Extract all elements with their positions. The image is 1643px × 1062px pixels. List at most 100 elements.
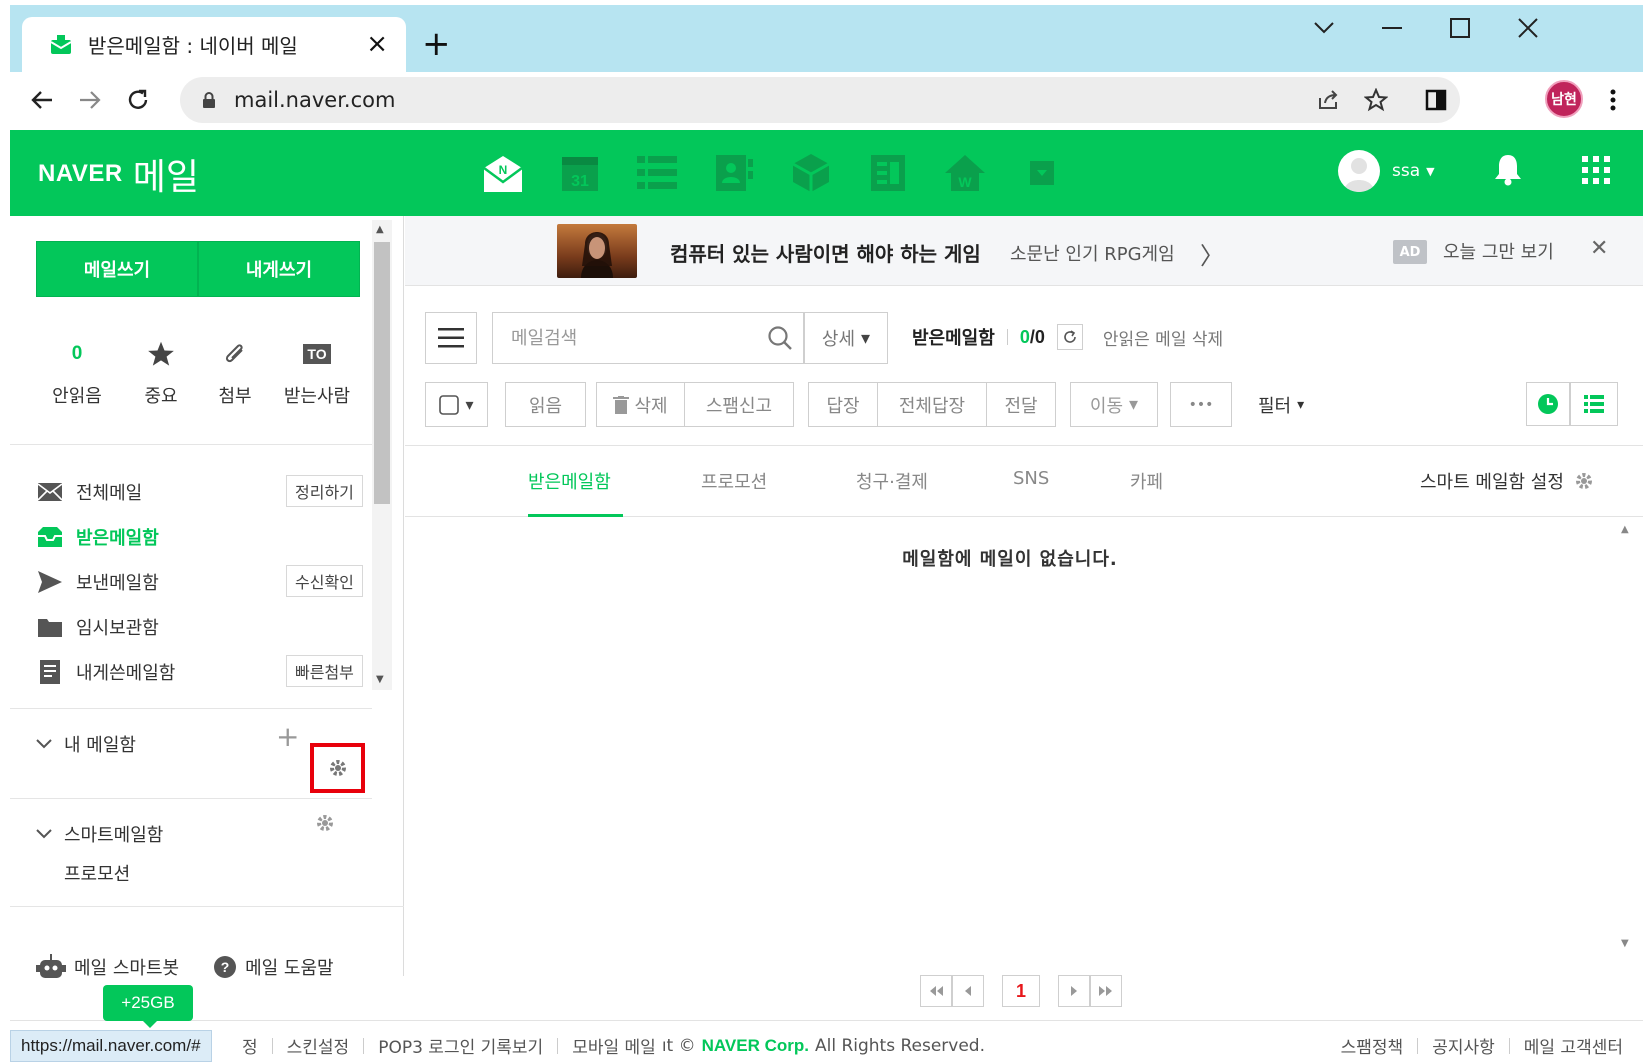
back-button[interactable] [22, 80, 62, 120]
app-contacts[interactable] [711, 150, 757, 196]
forward-button[interactable] [70, 80, 110, 120]
reply-all-button[interactable]: 전체답장 [877, 382, 987, 427]
app-calendar[interactable]: 31 [557, 150, 603, 196]
ad-subtitle[interactable]: 소문난 인기 RPG게임 [1010, 240, 1175, 266]
new-tab-button[interactable]: + [422, 27, 451, 61]
filter-dropdown[interactable]: 필터 ▾ [1258, 392, 1304, 418]
close-window-icon[interactable] [1518, 18, 1538, 38]
tab-close-icon[interactable]: × [366, 29, 388, 59]
tab-cafe[interactable]: 카페 [1130, 468, 1163, 494]
footer-settings-link[interactable]: 정 [242, 1033, 258, 1058]
mark-read-button[interactable]: 읽음 [505, 382, 586, 427]
sidebar-scroll-thumb[interactable] [374, 242, 390, 504]
maximize-icon[interactable] [1450, 18, 1470, 38]
browser-menu-button[interactable] [1595, 82, 1631, 118]
smart-mailbox-settings-link[interactable]: 스마트 메일함 설정 [1420, 468, 1594, 494]
share-button[interactable] [1310, 82, 1346, 118]
my-mailbox-header[interactable]: 내 메일함 [36, 731, 136, 757]
smart-bot-link[interactable]: 메일 스마트봇 [74, 954, 179, 980]
naver-mail-logo[interactable]: NAVER 메일 [38, 148, 199, 200]
list-view-button[interactable] [1570, 382, 1618, 426]
quick-attachment[interactable]: 첨부 [190, 336, 280, 408]
write-to-self-button[interactable]: 내게쓰기 [198, 241, 360, 297]
hide-ad-today-button[interactable]: 오늘 그만 보기 [1443, 238, 1554, 264]
side-panel-button[interactable] [1418, 82, 1454, 118]
footer-spam-policy-link[interactable]: 스팸정책 [1341, 1033, 1404, 1058]
quick-unread[interactable]: 0 안읽음 [32, 336, 122, 408]
main-scrollbar[interactable]: ▲ ▼ [1615, 518, 1640, 958]
tab-search-chevron-icon[interactable] [1313, 21, 1335, 35]
more-actions-button[interactable]: ••• [1170, 382, 1232, 427]
mail-help-link[interactable]: 메일 도움말 [245, 954, 334, 980]
my-mailbox-settings-button[interactable] [310, 743, 365, 793]
tab-billing[interactable]: 청구·결제 [856, 468, 928, 494]
user-menu[interactable]: ssa ▼ [1338, 150, 1435, 192]
folder-inbox[interactable]: 받은메일함 [36, 520, 159, 554]
profile-avatar[interactable]: 남현 [1545, 80, 1583, 118]
reload-button[interactable] [118, 80, 158, 120]
app-mybox[interactable] [788, 150, 834, 196]
refresh-button[interactable] [1056, 324, 1083, 350]
footer-notice-link[interactable]: 공지사항 [1432, 1033, 1495, 1058]
quick-attach-button[interactable]: 빠른첨부 [286, 655, 363, 687]
detail-search-dropdown[interactable]: 상세 ▾ [804, 312, 888, 364]
folder-sent[interactable]: 보낸메일함 [36, 565, 159, 599]
select-all-dropdown[interactable]: ▾ [425, 382, 488, 427]
prev-page-button[interactable] [952, 975, 984, 1007]
move-dropdown[interactable]: 이동 ▾ [1070, 382, 1158, 427]
current-page[interactable]: 1 [1002, 975, 1040, 1007]
read-receipt-button[interactable]: 수신확인 [286, 565, 363, 597]
ad-arrow-icon[interactable]: 〉 [1200, 236, 1224, 271]
address-bar[interactable]: mail.naver.com [180, 77, 1460, 123]
all-services-button[interactable] [1582, 156, 1610, 188]
smart-folder-promotion[interactable]: 프로모션 [64, 860, 130, 886]
ad-close-icon[interactable]: ✕ [1590, 236, 1608, 261]
add-mailbox-icon[interactable]: + [276, 720, 299, 753]
scroll-up-icon[interactable]: ▲ [1621, 524, 1629, 535]
footer-pop3-link[interactable]: POP3 로그인 기록보기 [378, 1033, 543, 1058]
quick-recipient[interactable]: TO 받는사람 [272, 336, 362, 408]
search-icon[interactable] [767, 325, 793, 351]
footer-mobile-link[interactable]: 모바일 메일 [572, 1033, 656, 1058]
tab-sns[interactable]: SNS [1013, 468, 1049, 489]
forward-button[interactable]: 전달 [986, 382, 1056, 427]
notification-button[interactable] [1493, 152, 1523, 190]
app-tasks[interactable] [634, 150, 680, 196]
minimize-icon[interactable] [1382, 27, 1402, 31]
app-memo[interactable] [865, 150, 911, 196]
write-mail-button[interactable]: 메일쓰기 [36, 241, 198, 297]
app-more[interactable] [1019, 150, 1065, 196]
cleanup-button[interactable]: 정리하기 [286, 475, 363, 507]
storage-upgrade-tooltip[interactable]: +25GB [103, 985, 193, 1028]
folder-self-sent[interactable]: 내게쓴메일함 [36, 655, 175, 689]
spam-report-button[interactable]: 스팸신고 [684, 382, 794, 427]
app-office[interactable]: W [942, 150, 988, 196]
time-view-button[interactable] [1526, 382, 1570, 426]
browser-tab-active[interactable]: 받은메일함 : 네이버 메일 × [22, 17, 406, 72]
tab-promotion[interactable]: 프로모션 [701, 468, 767, 494]
delete-unread-button[interactable]: 안읽은 메일 삭제 [1103, 325, 1223, 350]
folder-all-mail[interactable]: 전체메일 [36, 475, 142, 509]
folder-drafts[interactable]: 임시보관함 [36, 610, 159, 644]
ad-title[interactable]: 컴퓨터 있는 사람이면 해야 하는 게임 [670, 238, 981, 267]
footer-naver-corp[interactable]: NAVER Corp. [702, 1036, 809, 1056]
footer-skin-link[interactable]: 스킨설정 [287, 1033, 350, 1058]
folder-list-toggle-button[interactable] [425, 312, 477, 364]
last-page-button[interactable] [1090, 975, 1122, 1007]
sidebar-scrollbar[interactable]: ▲ ▼ [372, 220, 392, 690]
bookmark-button[interactable] [1358, 82, 1394, 118]
next-page-button[interactable] [1058, 975, 1090, 1007]
reply-button[interactable]: 답장 [808, 382, 878, 427]
smart-mailbox-gear-icon[interactable] [315, 813, 335, 833]
scroll-up-icon[interactable]: ▲ [376, 224, 384, 235]
footer-support-link[interactable]: 메일 고객센터 [1524, 1033, 1623, 1058]
first-page-button[interactable] [920, 975, 952, 1007]
ad-thumbnail[interactable] [557, 224, 637, 278]
app-mail[interactable]: N [480, 150, 526, 196]
smart-mailbox-header[interactable]: 스마트메일함 [36, 821, 163, 847]
ad-banner[interactable]: 컴퓨터 있는 사람이면 해야 하는 게임 소문난 인기 RPG게임 〉 AD 오… [405, 216, 1643, 286]
mail-search-input[interactable] [511, 327, 761, 349]
delete-button[interactable]: 삭제 [596, 382, 685, 427]
scroll-down-icon[interactable]: ▼ [1621, 938, 1629, 949]
tab-inbox[interactable]: 받은메일함 [528, 468, 611, 494]
